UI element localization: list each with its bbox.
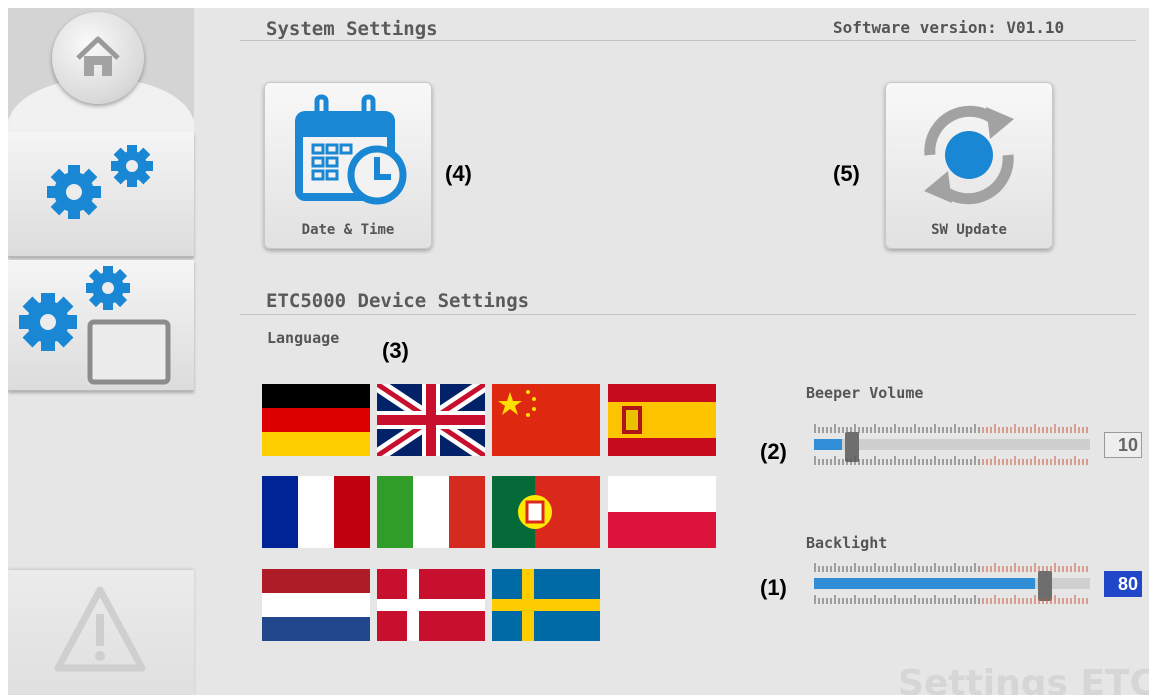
callout-3: (3) [382, 338, 409, 363]
backlight-slider[interactable]: 80 [814, 558, 1144, 606]
sidebar-tab-system-settings[interactable] [8, 132, 194, 257]
beeper-volume-value[interactable]: 10 [1104, 432, 1142, 458]
flag-danish[interactable] [377, 569, 485, 641]
flag-swedish[interactable] [492, 569, 600, 641]
flag-french[interactable] [262, 476, 370, 548]
date-time-label: Date & Time [301, 222, 395, 238]
slider-scale-bottom [814, 456, 1088, 465]
gears-icon [47, 145, 153, 219]
sw-update-button[interactable]: SW Update [885, 82, 1053, 249]
language-label: Language [267, 329, 340, 347]
home-button[interactable] [52, 12, 144, 104]
home-icon [76, 36, 120, 76]
backlight-value[interactable]: 80 [1104, 571, 1142, 597]
calendar-clock-icon [295, 94, 407, 205]
slider-fill [814, 439, 842, 450]
beeper-volume-slider[interactable]: 10 [814, 419, 1144, 467]
refresh-icon [924, 105, 1014, 205]
divider [240, 40, 1136, 41]
flag-dutch[interactable] [262, 569, 370, 641]
callout-2: (2) [760, 439, 787, 464]
flag-italian[interactable] [377, 476, 485, 548]
flag-spanish[interactable] [608, 384, 716, 456]
system-settings-title: System Settings [266, 18, 438, 40]
settings-screen: System Settings Software version: V01.10… [8, 8, 1149, 695]
callout-1: (1) [760, 575, 787, 600]
flag-polish[interactable] [608, 476, 716, 548]
flag-german[interactable] [262, 384, 370, 456]
backlight-label: Backlight [806, 534, 888, 552]
divider [240, 314, 1136, 315]
software-version: Software version: V01.10 [833, 18, 1065, 37]
flag-english[interactable] [377, 384, 485, 456]
date-time-button[interactable]: Date & Time [264, 82, 432, 249]
slider-scale-bottom [814, 595, 1088, 604]
warning-icon [54, 586, 146, 672]
sidebar-tab-device-settings[interactable] [8, 260, 194, 391]
device-settings-title: ETC5000 Device Settings [266, 290, 530, 312]
gears-display-icon [19, 266, 171, 385]
sidebar-alarm-tab[interactable] [8, 570, 194, 695]
beeper-volume-label: Beeper Volume [806, 384, 924, 402]
callout-4: (4) [445, 161, 472, 186]
page-watermark: Settings ETC [898, 663, 1149, 695]
callout-5: (5) [833, 161, 860, 186]
flag-portuguese[interactable] [492, 476, 600, 548]
slider-fill [814, 578, 1035, 589]
sw-update-label: SW Update [931, 222, 1007, 238]
flag-chinese[interactable] [492, 384, 600, 456]
